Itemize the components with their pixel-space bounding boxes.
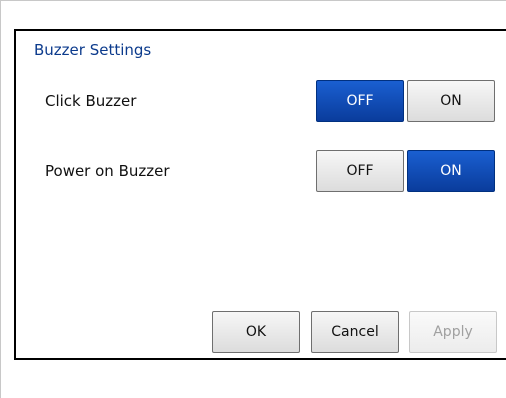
cancel-button[interactable]: Cancel bbox=[311, 311, 399, 353]
section-title: Buzzer Settings bbox=[34, 41, 152, 59]
power-on-buzzer-on-button[interactable]: ON bbox=[407, 150, 495, 192]
click-buzzer-label: Click Buzzer bbox=[45, 92, 137, 110]
ok-button[interactable]: OK bbox=[212, 311, 300, 353]
power-on-buzzer-label: Power on Buzzer bbox=[45, 162, 170, 180]
click-buzzer-off-button[interactable]: OFF bbox=[316, 80, 404, 122]
click-buzzer-on-button[interactable]: ON bbox=[407, 80, 495, 122]
power-on-buzzer-off-button[interactable]: OFF bbox=[316, 150, 404, 192]
apply-button[interactable]: Apply bbox=[409, 311, 497, 353]
